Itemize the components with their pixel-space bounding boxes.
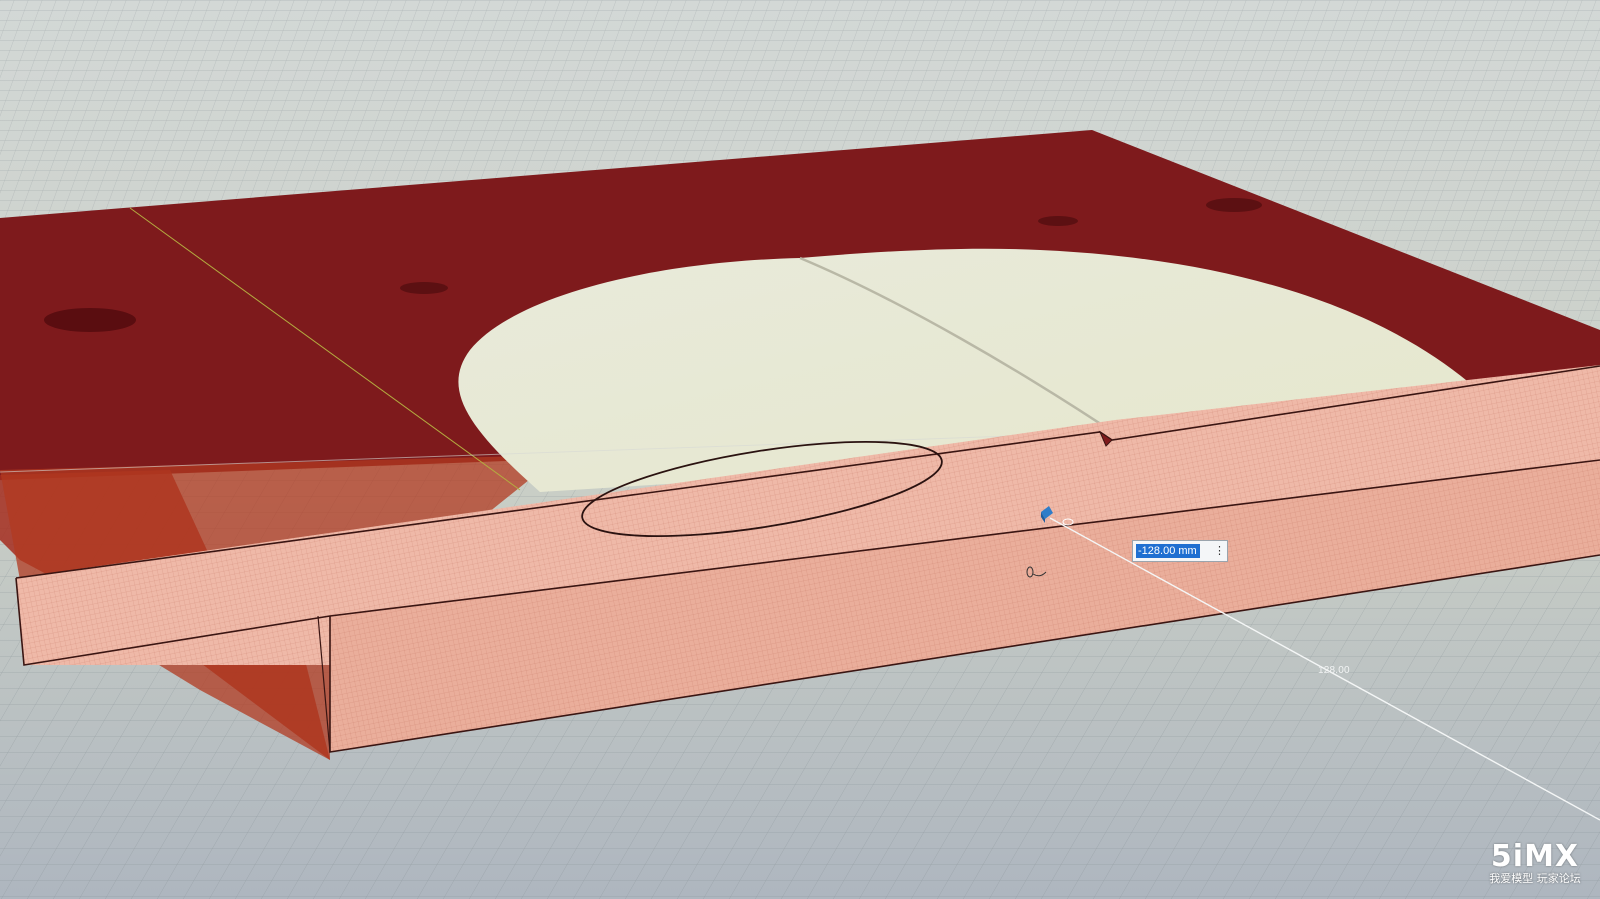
dimension-input-box[interactable]	[1132, 540, 1228, 562]
kebab-menu-icon[interactable]	[1214, 543, 1224, 559]
watermark: 5iMX 我爱模型 玩家论坛	[1478, 842, 1592, 892]
mount-hole	[1206, 198, 1262, 212]
mount-hole	[1038, 216, 1078, 226]
watermark-tagline: 我爱模型 玩家论坛	[1489, 872, 1581, 885]
dimension-input[interactable]	[1136, 544, 1200, 558]
watermark-logo: 5iMX	[1490, 839, 1580, 874]
mount-hole	[400, 282, 448, 294]
dimension-label: 128.00	[1318, 665, 1350, 676]
mount-hole	[44, 308, 136, 332]
cad-viewport[interactable]	[0, 0, 1600, 899]
